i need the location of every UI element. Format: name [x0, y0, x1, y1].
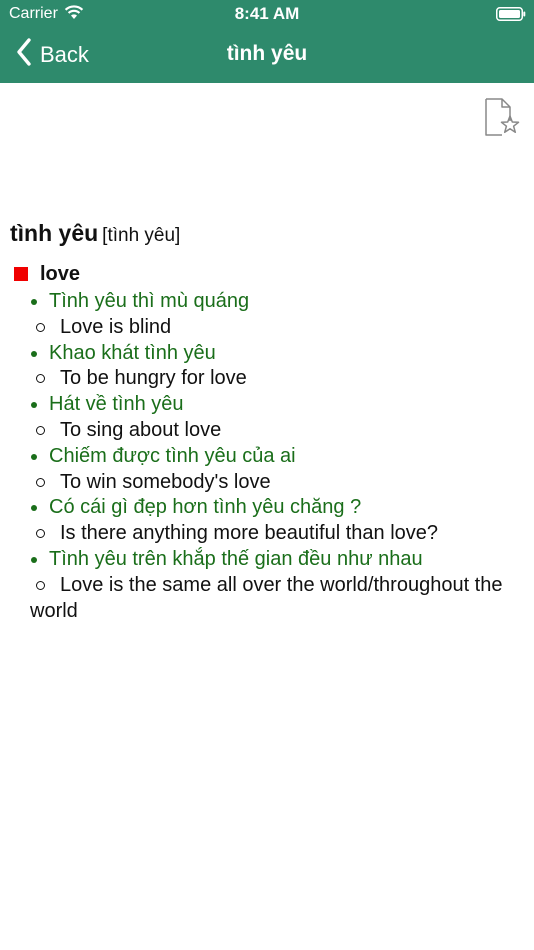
example-translation: To win somebody's love — [10, 470, 520, 496]
example-vietnamese: Chiếm được tình yêu của ai — [10, 444, 520, 470]
headword: tình yêu — [10, 220, 99, 246]
meaning-label: love — [40, 262, 81, 285]
example-vietnamese: Có cái gì đẹp hơn tình yêu chăng ? — [10, 495, 520, 521]
example-translation: Is there anything more beautiful than lo… — [10, 521, 520, 547]
navigation-bar: Back tình yêu — [0, 28, 534, 83]
example-translation: Love is the same all over the world/thro… — [10, 573, 520, 625]
page-title: tình yêu — [226, 42, 308, 65]
example-vietnamese: Tình yêu thì mù quáng — [10, 289, 520, 315]
app-header: Carrier 8:41 AM Back tình yêu — [0, 0, 534, 83]
example-translation: Love is blind — [10, 315, 520, 341]
status-time: 8:41 AM — [234, 4, 300, 23]
meaning-row: love — [10, 259, 520, 289]
document-star-icon — [482, 98, 522, 143]
battery-icon — [496, 7, 526, 21]
headword-line: tình yêu [tình yêu] — [10, 216, 520, 253]
example-vietnamese: Khao khát tình yêu — [10, 341, 520, 367]
status-bar: Carrier 8:41 AM — [0, 0, 534, 28]
meaning-marker-icon — [14, 267, 28, 281]
pronunciation: [tình yêu] — [102, 225, 181, 246]
bookmark-button[interactable] — [482, 97, 522, 139]
example-vietnamese: Hát về tình yêu — [10, 392, 520, 418]
example-list: Tình yêu thì mù quáng Love is blind Khao… — [10, 289, 520, 624]
dictionary-entry: tình yêu [tình yêu] love Tình yêu thì mù … — [10, 216, 520, 624]
example-translation: To be hungry for love — [10, 366, 520, 392]
example-vietnamese: Tình yêu trên khắp thế gian đều như nhau — [10, 547, 520, 573]
example-translation: To sing about love — [10, 418, 520, 444]
